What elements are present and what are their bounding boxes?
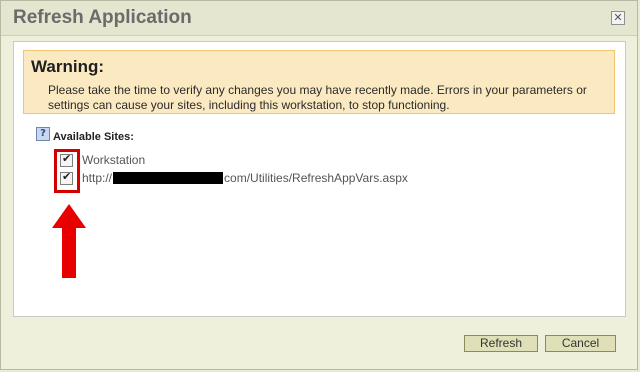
dialog-body: Warning: Please take the time to verify … bbox=[13, 41, 626, 317]
refresh-application-dialog: Refresh Application ✕ Warning: Please ta… bbox=[0, 0, 638, 370]
site-url-suffix: com/Utilities/RefreshAppVars.aspx bbox=[224, 171, 408, 185]
close-icon[interactable]: ✕ bbox=[611, 11, 625, 25]
available-sites-label: Available Sites: bbox=[53, 131, 134, 143]
redacted-block bbox=[113, 172, 224, 184]
warning-heading: Warning: bbox=[31, 57, 105, 76]
warning-message: Please take the time to verify any chang… bbox=[48, 83, 587, 112]
up-arrow-icon bbox=[52, 204, 86, 278]
site-label-workstation: Workstation bbox=[82, 153, 146, 167]
refresh-button[interactable]: Refresh bbox=[464, 335, 538, 352]
help-icon[interactable]: ? bbox=[36, 127, 50, 141]
checkbox-highlight-box bbox=[54, 149, 80, 193]
cancel-button[interactable]: Cancel bbox=[545, 335, 616, 352]
dialog-titlebar: Refresh Application ✕ bbox=[1, 1, 637, 36]
warning-panel: Warning: Please take the time to verify … bbox=[23, 50, 615, 114]
site-url-prefix: http:// bbox=[82, 171, 113, 185]
dialog-title: Refresh Application bbox=[13, 7, 192, 28]
site-url-label: http:// com/Utilities/RefreshAppVars.aspx bbox=[82, 171, 408, 185]
